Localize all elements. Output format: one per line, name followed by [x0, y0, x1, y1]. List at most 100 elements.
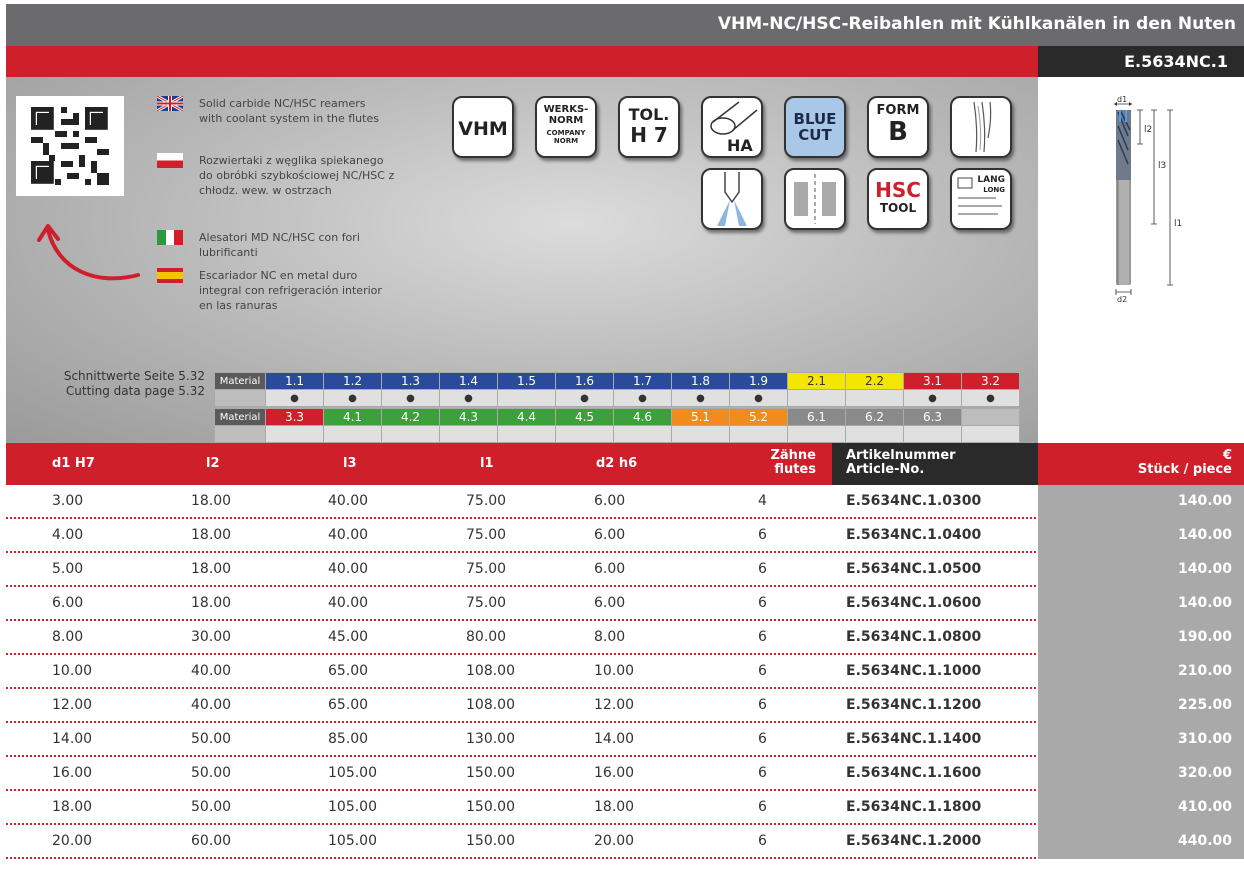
cell-price: 190.00	[1177, 629, 1232, 645]
cell-flutes: 6	[758, 731, 767, 747]
cell-l1: 80.00	[466, 629, 507, 645]
form-b-icon: FORM B	[867, 96, 929, 158]
header-d1: d1 H7	[52, 456, 95, 471]
material-code: 4.6	[613, 408, 672, 426]
cell-l2: 50.00	[191, 731, 232, 747]
table-row[interactable]: 5.00 18.00 40.00 75.00 6.00 6 E.5634NC.1.0500 1…	[6, 553, 1244, 587]
table-row[interactable]: 16.00 50.00 105.00 150.00 16.00 6 E.5634NC.1.1…	[6, 757, 1244, 791]
cell-l1: 75.00	[466, 493, 507, 509]
cell-d2: 8.00	[594, 629, 626, 645]
material-code: 6.2	[845, 408, 904, 426]
cell-l1: 150.00	[466, 833, 515, 849]
spain-flag-icon	[157, 268, 183, 283]
cell-d2: 6.00	[594, 595, 626, 611]
red-accent-bar	[6, 46, 1038, 77]
material-code: 6.1	[787, 408, 846, 426]
cell-price: 140.00	[1177, 493, 1232, 509]
header-l3: l3	[343, 456, 357, 471]
header-d2: d2 h6	[596, 456, 638, 471]
table-row[interactable]: 18.00 50.00 105.00 150.00 18.00 6 E.5634NC.1.1…	[6, 791, 1244, 825]
price-cell: 310.00	[1038, 723, 1244, 757]
cell-d2: 18.00	[594, 799, 635, 815]
material-suitability	[845, 389, 904, 407]
material-code: 1.9	[729, 372, 788, 390]
cell-d1: 14.00	[52, 731, 93, 747]
table-row[interactable]: 20.00 60.00 105.00 150.00 20.00 6 E.5634NC.1.2…	[6, 825, 1244, 859]
material-suitability	[439, 425, 498, 443]
cell-d2: 6.00	[594, 527, 626, 543]
table-row[interactable]: 4.00 18.00 40.00 75.00 6.00 6 E.5634NC.1.0400 1…	[6, 519, 1244, 553]
material-code: 5.1	[671, 408, 730, 426]
material-suitability: ●	[903, 389, 962, 407]
cell-d1: 3.00	[52, 493, 84, 509]
material-code: 3.3	[265, 408, 324, 426]
cell-price: 225.00	[1177, 697, 1232, 713]
cell-flutes: 6	[758, 697, 767, 713]
cell-l3: 40.00	[328, 595, 369, 611]
cell-l1: 108.00	[466, 663, 515, 679]
cell-l2: 18.00	[191, 595, 232, 611]
cell-l2: 50.00	[191, 799, 232, 815]
material-code: 1.3	[381, 372, 440, 390]
cell-price: 440.00	[1177, 833, 1232, 849]
product-code: E.5634NC.1	[1124, 52, 1228, 71]
header-flutes: Zähne flutes	[770, 448, 816, 477]
cell-d1: 16.00	[52, 765, 93, 781]
long-length-icon: LANG LONG	[950, 168, 1012, 230]
material-code: 4.2	[381, 408, 440, 426]
tolerance-h7-icon: TOL. H 7	[618, 96, 680, 158]
werksnorm-icon: WERKS- NORM COMPANY NORM	[535, 96, 597, 158]
label-d2: d2	[1117, 295, 1127, 304]
price-cell: 140.00	[1038, 587, 1244, 621]
material-code: 1.8	[671, 372, 730, 390]
cell-l2: 18.00	[191, 561, 232, 577]
cell-flutes: 6	[758, 561, 767, 577]
cell-article: E.5634NC.1.1000	[846, 663, 982, 679]
table-row[interactable]: 10.00 40.00 65.00 108.00 10.00 6 E.5634NC.1.10…	[6, 655, 1244, 689]
table-row[interactable]: 6.00 18.00 40.00 75.00 6.00 6 E.5634NC.1.0600 1…	[6, 587, 1244, 621]
cell-article: E.5634NC.1.0500	[846, 561, 982, 577]
page-title: VHM-NC/HSC-Reibahlen mit Kühlkanälen in …	[717, 14, 1236, 34]
table-row[interactable]: 3.00 18.00 40.00 75.00 6.00 4 E.5634NC.1.0300 1…	[6, 485, 1244, 519]
cell-flutes: 6	[758, 595, 767, 611]
cell-l1: 108.00	[466, 697, 515, 713]
cell-d2: 16.00	[594, 765, 635, 781]
material-suitability	[613, 425, 672, 443]
material-code: 4.4	[497, 408, 556, 426]
cell-article: E.5634NC.1.1200	[846, 697, 982, 713]
label-l2: l2	[1144, 125, 1152, 135]
blue-cut-icon: BLUE CUT	[784, 96, 846, 158]
table-row[interactable]: 14.00 50.00 85.00 130.00 14.00 6 E.5634NC.1.14…	[6, 723, 1244, 757]
material-suitability: ●	[613, 389, 672, 407]
hsc-tool-icon: HSC TOOL	[867, 168, 929, 230]
cell-l3: 105.00	[328, 833, 377, 849]
table-header: d1 H7 l2 l3 l1 d2 h6 Zähne flutes Artikel…	[6, 443, 1244, 485]
language-text: Escariador NC en metal duro integral con…	[199, 269, 382, 312]
cell-article: E.5634NC.1.0800	[846, 629, 982, 645]
material-suitability	[265, 425, 324, 443]
cell-l1: 75.00	[466, 561, 507, 577]
cell-flutes: 6	[758, 527, 767, 543]
material-code: 4.1	[323, 408, 382, 426]
cell-d1: 18.00	[52, 799, 93, 815]
material-code: 4.5	[555, 408, 614, 426]
cell-l2: 18.00	[191, 527, 232, 543]
cell-article: E.5634NC.1.1800	[846, 799, 982, 815]
cell-d1: 10.00	[52, 663, 93, 679]
cutting-data-reference[interactable]: Schnittwerte Seite 5.32 Cutting data pag…	[20, 369, 205, 399]
cell-price: 410.00	[1177, 799, 1232, 815]
cell-price: 320.00	[1177, 765, 1232, 781]
cell-flutes: 6	[758, 799, 767, 815]
label-l1: l1	[1174, 219, 1182, 229]
language-text: Rozwiertaki z węglika spiekanego do obró…	[199, 154, 395, 197]
label-d1: d1	[1117, 96, 1127, 104]
vhm-icon: VHM	[452, 96, 514, 158]
cell-article: E.5634NC.1.0400	[846, 527, 982, 543]
price-cell: 225.00	[1038, 689, 1244, 723]
table-row[interactable]: 8.00 30.00 45.00 80.00 8.00 6 E.5634NC.1.0800 1…	[6, 621, 1244, 655]
cell-l3: 40.00	[328, 493, 369, 509]
qr-code[interactable]	[16, 96, 124, 196]
table-row[interactable]: 12.00 40.00 65.00 108.00 12.00 6 E.5634NC.1.12…	[6, 689, 1244, 723]
material-code: 1.4	[439, 372, 498, 390]
cell-flutes: 4	[758, 493, 767, 509]
